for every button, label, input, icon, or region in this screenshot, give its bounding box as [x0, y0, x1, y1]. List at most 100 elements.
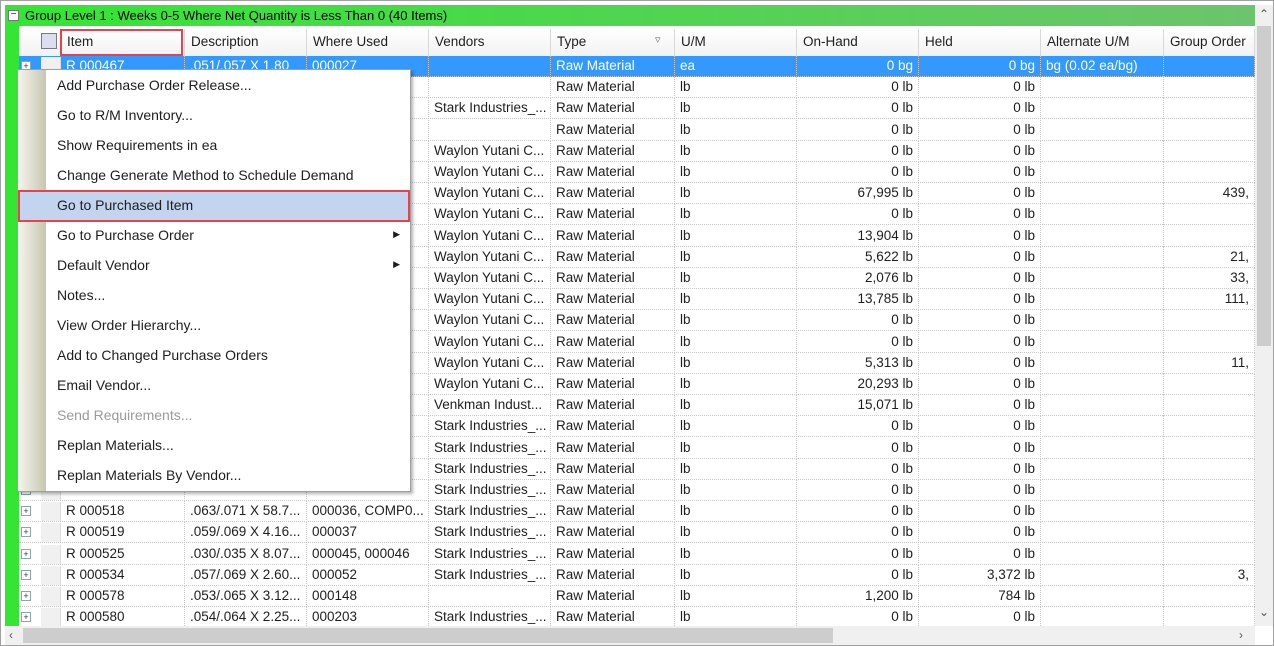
- cell-group-order: [1164, 119, 1255, 141]
- scroll-up-icon[interactable]: ⌃: [1259, 7, 1269, 21]
- submenu-arrow-icon: ▶: [393, 259, 400, 269]
- submenu-arrow-icon: ▶: [393, 229, 400, 239]
- column-chooser-icon: [41, 33, 57, 49]
- row-selector[interactable]: [41, 523, 61, 543]
- cell-u-m: lb: [675, 225, 797, 247]
- cell-where-used: 000052: [307, 564, 429, 586]
- cell-vendors: Waylon Yutani C...: [429, 289, 551, 311]
- expand-row-icon[interactable]: +: [21, 612, 31, 623]
- cell-alternate-u-m: [1041, 289, 1164, 311]
- cell-on-hand: 0 lb: [797, 140, 919, 162]
- cell-vendors: Waylon Yutani C...: [429, 310, 551, 332]
- column-header-vendors[interactable]: Vendors: [429, 29, 551, 56]
- filter-icon[interactable]: ▿: [655, 33, 661, 46]
- row-selector[interactable]: [41, 544, 61, 564]
- menu-item-show-requirements-in-ea[interactable]: Show Requirements in ea: [20, 132, 408, 160]
- menu-item-send-requirements[interactable]: Send Requirements...: [20, 402, 408, 430]
- expand-row-icon[interactable]: +: [21, 527, 31, 538]
- cell-u-m: lb: [675, 522, 797, 544]
- cell-alternate-u-m: [1041, 564, 1164, 586]
- cell-alternate-u-m: [1041, 543, 1164, 565]
- cell-vendors: Stark Industries_...: [429, 607, 551, 626]
- row-selector[interactable]: [41, 608, 61, 626]
- cell-group-order: 21,: [1164, 246, 1255, 268]
- cell-alternate-u-m: [1041, 395, 1164, 417]
- cell-group-order: [1164, 374, 1255, 395]
- menu-item-go-to-r-m-inventory[interactable]: Go to R/M Inventory...: [20, 102, 408, 130]
- scroll-down-icon[interactable]: ⌄: [1259, 605, 1269, 619]
- column-header-description[interactable]: Description: [185, 29, 307, 56]
- expand-row-icon[interactable]: +: [21, 548, 31, 559]
- cell-vendors: Waylon Yutani C...: [429, 246, 551, 268]
- cell-on-hand: 0 lb: [797, 98, 919, 120]
- cell-description: .057/.069 X 2.60...: [185, 564, 307, 586]
- cell-group-order: 33,: [1164, 268, 1255, 289]
- scroll-right-icon[interactable]: ›: [1239, 628, 1243, 642]
- collapse-group-button[interactable]: −: [8, 10, 19, 21]
- menu-item-label: Add to Changed Purchase Orders: [57, 347, 268, 363]
- column-header-where-used[interactable]: Where Used: [307, 29, 429, 56]
- menu-item-go-to-purchase-order[interactable]: Go to Purchase Order ▶: [20, 222, 408, 250]
- menu-item-go-to-purchased-item[interactable]: Go to Purchased Item: [18, 190, 410, 222]
- menu-item-label: Show Requirements in ea: [57, 137, 218, 153]
- cell-held: 0 lb: [919, 77, 1041, 99]
- cell-held: 0 lb: [919, 352, 1041, 374]
- menu-item-default-vendor[interactable]: Default Vendor ▶: [20, 252, 408, 280]
- column-chooser-button[interactable]: [19, 29, 61, 56]
- expand-row-icon[interactable]: +: [21, 569, 31, 580]
- menu-item-notes[interactable]: Notes...: [20, 282, 408, 310]
- cell-held: 0 lb: [919, 204, 1041, 226]
- cell-type: Raw Material: [551, 437, 675, 459]
- cell-type: Raw Material: [551, 225, 675, 247]
- cell-type: Raw Material: [551, 416, 675, 438]
- cell-group-order: [1164, 458, 1255, 480]
- cell-on-hand: 0 lb: [797, 310, 919, 332]
- column-header-held[interactable]: Held: [919, 29, 1041, 56]
- row-selector[interactable]: [41, 587, 61, 606]
- cell-u-m: lb: [675, 162, 797, 183]
- table-row[interactable]: + R 000519.059/.069 X 4.16... 000037 Stark …: [19, 522, 1255, 544]
- vertical-scroll-thumb[interactable]: [1257, 26, 1271, 346]
- cell-group-order: 439,: [1164, 183, 1255, 205]
- expand-row-icon[interactable]: +: [21, 506, 31, 517]
- cell-group-order: [1164, 416, 1255, 438]
- table-row[interactable]: + R 000580.054/.064 X 2.25... 000203 Stark …: [19, 607, 1255, 626]
- cell-group-order: [1164, 480, 1255, 501]
- menu-item-email-vendor[interactable]: Email Vendor...: [20, 372, 408, 400]
- row-selector[interactable]: [41, 502, 61, 522]
- table-row[interactable]: + R 000578.053/.065 X 3.12... 000148 Raw Ma…: [19, 586, 1255, 607]
- column-header-alternate-u-m[interactable]: Alternate U/M: [1041, 29, 1164, 56]
- table-row[interactable]: + R 000534.057/.069 X 2.60... 000052 Stark …: [19, 564, 1255, 586]
- cell-type: Raw Material: [551, 268, 675, 289]
- cell-type: Raw Material: [551, 289, 675, 311]
- column-header-on-hand[interactable]: On-Hand: [797, 29, 919, 56]
- menu-item-change-generate-method-to-schedule-demand[interactable]: Change Generate Method to Schedule Deman…: [20, 162, 408, 190]
- table-row[interactable]: + R 000518.063/.071 X 58.7... 000036, COMP…: [19, 501, 1255, 523]
- menu-item-add-to-changed-purchase-orders[interactable]: Add to Changed Purchase Orders: [20, 342, 408, 370]
- menu-item-replan-materials-by-vendor[interactable]: Replan Materials By Vendor...: [20, 462, 408, 490]
- scroll-left-icon[interactable]: ‹: [9, 628, 13, 642]
- cell-on-hand: 0 lb: [797, 458, 919, 480]
- cell-group-order: 11,: [1164, 352, 1255, 374]
- cell-on-hand: 2,076 lb: [797, 268, 919, 289]
- cell-u-m: lb: [675, 246, 797, 268]
- table-row[interactable]: + R 000525.030/.035 X 8.07... 000045, 0000…: [19, 543, 1255, 565]
- cell-on-hand: 0 lb: [797, 204, 919, 226]
- cell-held: 0 lb: [919, 395, 1041, 417]
- row-selector[interactable]: [41, 565, 61, 585]
- cell-item: R 000519: [61, 522, 185, 544]
- cell-held: 0 lb: [919, 607, 1041, 626]
- cell-where-used: 000148: [307, 586, 429, 607]
- menu-item-replan-materials[interactable]: Replan Materials...: [20, 432, 408, 460]
- expand-row-icon[interactable]: +: [21, 591, 31, 601]
- column-header-u-m[interactable]: U/M: [675, 29, 797, 56]
- menu-item-view-order-hierarchy[interactable]: View Order Hierarchy...: [20, 312, 408, 340]
- horizontal-scroll-thumb[interactable]: [23, 628, 833, 643]
- cell-held: 0 lb: [919, 458, 1041, 480]
- cell-type: Raw Material: [551, 374, 675, 395]
- cell-on-hand: 1,200 lb: [797, 586, 919, 607]
- menu-item-add-purchase-order-release[interactable]: Add Purchase Order Release...: [20, 72, 408, 100]
- cell-alternate-u-m: [1041, 374, 1164, 395]
- cell-vendors: Stark Industries_...: [429, 564, 551, 586]
- column-header-group-order[interactable]: Group Order: [1164, 29, 1255, 56]
